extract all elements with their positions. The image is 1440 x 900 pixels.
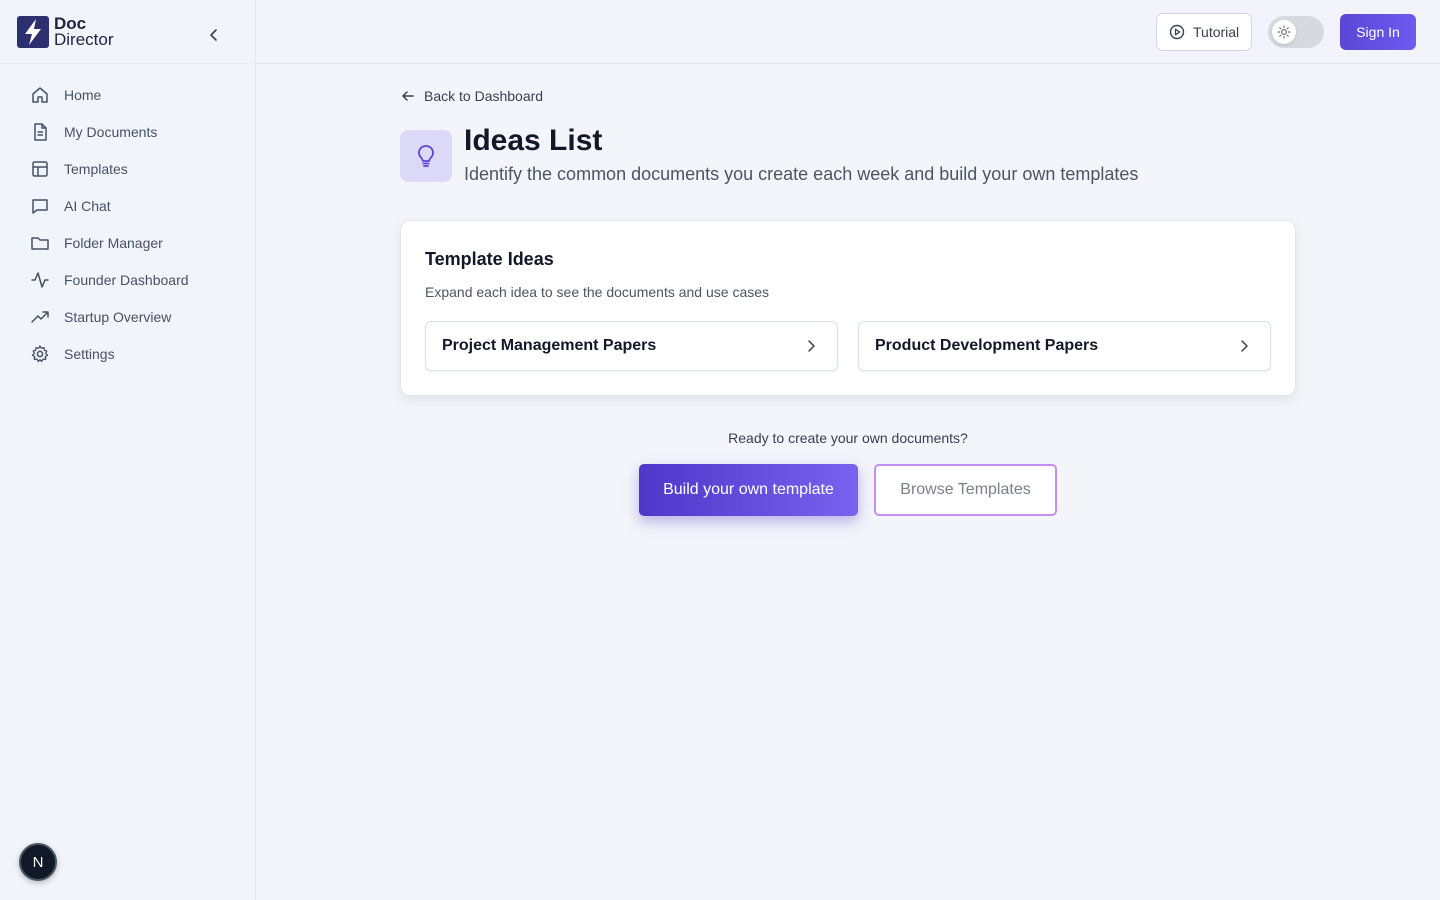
card-title: Template Ideas	[425, 249, 554, 269]
sidebar-item-label: Founder Dashboard	[64, 271, 189, 288]
idea-product-development[interactable]: Product Development Papers	[858, 321, 1271, 371]
idea-project-management[interactable]: Project Management Papers	[425, 321, 838, 371]
idea-label: Product Development Papers	[875, 337, 1099, 354]
sun-icon	[1277, 25, 1291, 39]
theme-toggle[interactable]	[1268, 16, 1324, 48]
chevron-right-icon	[1241, 340, 1248, 352]
layout-icon	[32, 160, 48, 177]
sidebar-item-settings[interactable]: Settings	[0, 335, 255, 372]
sidebar-item-templates[interactable]: Templates	[0, 150, 255, 187]
build-template-button[interactable]: Build your own template	[639, 464, 858, 516]
sidebar-item-ai-chat[interactable]: AI Chat	[0, 187, 255, 224]
document-icon	[34, 122, 47, 141]
brand-line-2: Director	[54, 29, 114, 49]
sidebar-item-label: AI Chat	[64, 197, 111, 214]
trending-up-icon	[31, 310, 49, 323]
brand-name: Doc Director	[54, 15, 114, 49]
card-subtitle: Expand each idea to see the documents an…	[425, 284, 770, 300]
page-subtitle: Identify the common documents you create…	[464, 164, 1139, 184]
logo-icon	[17, 15, 49, 48]
template-ideas-card: Template Ideas Expand each idea to see t…	[400, 220, 1296, 396]
gear-icon	[31, 344, 49, 362]
play-circle-icon	[1169, 24, 1185, 40]
sidebar-item-label: Templates	[64, 160, 128, 177]
back-link-label: Back to Dashboard	[424, 88, 544, 104]
sidebar-item-label: Settings	[64, 345, 115, 362]
tutorial-label: Tutorial	[1193, 24, 1240, 40]
sign-in-button[interactable]: Sign In	[1340, 14, 1416, 50]
sidebar-item-home[interactable]: Home	[0, 76, 255, 113]
back-to-dashboard-link[interactable]: Back to Dashboard	[400, 88, 543, 104]
sidebar-item-folder-manager[interactable]: Folder Manager	[0, 224, 255, 261]
activity-icon	[31, 271, 49, 288]
chevron-left-icon	[210, 29, 217, 41]
sidebar-item-my-documents[interactable]: My Documents	[0, 113, 255, 150]
sidebar-item-founder-dashboard[interactable]: Founder Dashboard	[0, 261, 255, 298]
lightbulb-icon	[418, 145, 434, 167]
sidebar: Doc Director Home My Documents Templates…	[0, 0, 256, 900]
chevron-right-icon	[808, 340, 815, 352]
idea-label: Project Management Papers	[442, 337, 657, 354]
title-icon-tile	[400, 130, 452, 182]
topbar: Tutorial Sign In	[256, 0, 1440, 64]
sidebar-item-label: My Documents	[64, 123, 158, 140]
theme-toggle-knob	[1272, 20, 1296, 44]
home-icon	[32, 86, 48, 103]
sidebar-item-label: Home	[64, 86, 102, 103]
sidebar-item-startup-overview[interactable]: Startup Overview	[0, 298, 255, 335]
browse-templates-button[interactable]: Browse Templates	[874, 464, 1057, 516]
tutorial-button[interactable]: Tutorial	[1156, 13, 1252, 51]
folder-icon	[31, 236, 49, 250]
chat-icon	[32, 198, 48, 214]
avatar[interactable]: N	[19, 843, 57, 881]
page-title: Ideas List	[464, 124, 603, 157]
brand: Doc Director	[0, 0, 255, 64]
sidebar-item-label: Folder Manager	[64, 234, 163, 251]
sidebar-nav: Home My Documents Templates AI Chat Fold…	[0, 64, 255, 372]
ready-prompt: Ready to create your own documents?	[728, 430, 968, 446]
arrow-left-icon	[402, 91, 414, 101]
sidebar-item-label: Startup Overview	[64, 308, 172, 325]
collapse-sidebar-button[interactable]	[204, 25, 224, 45]
